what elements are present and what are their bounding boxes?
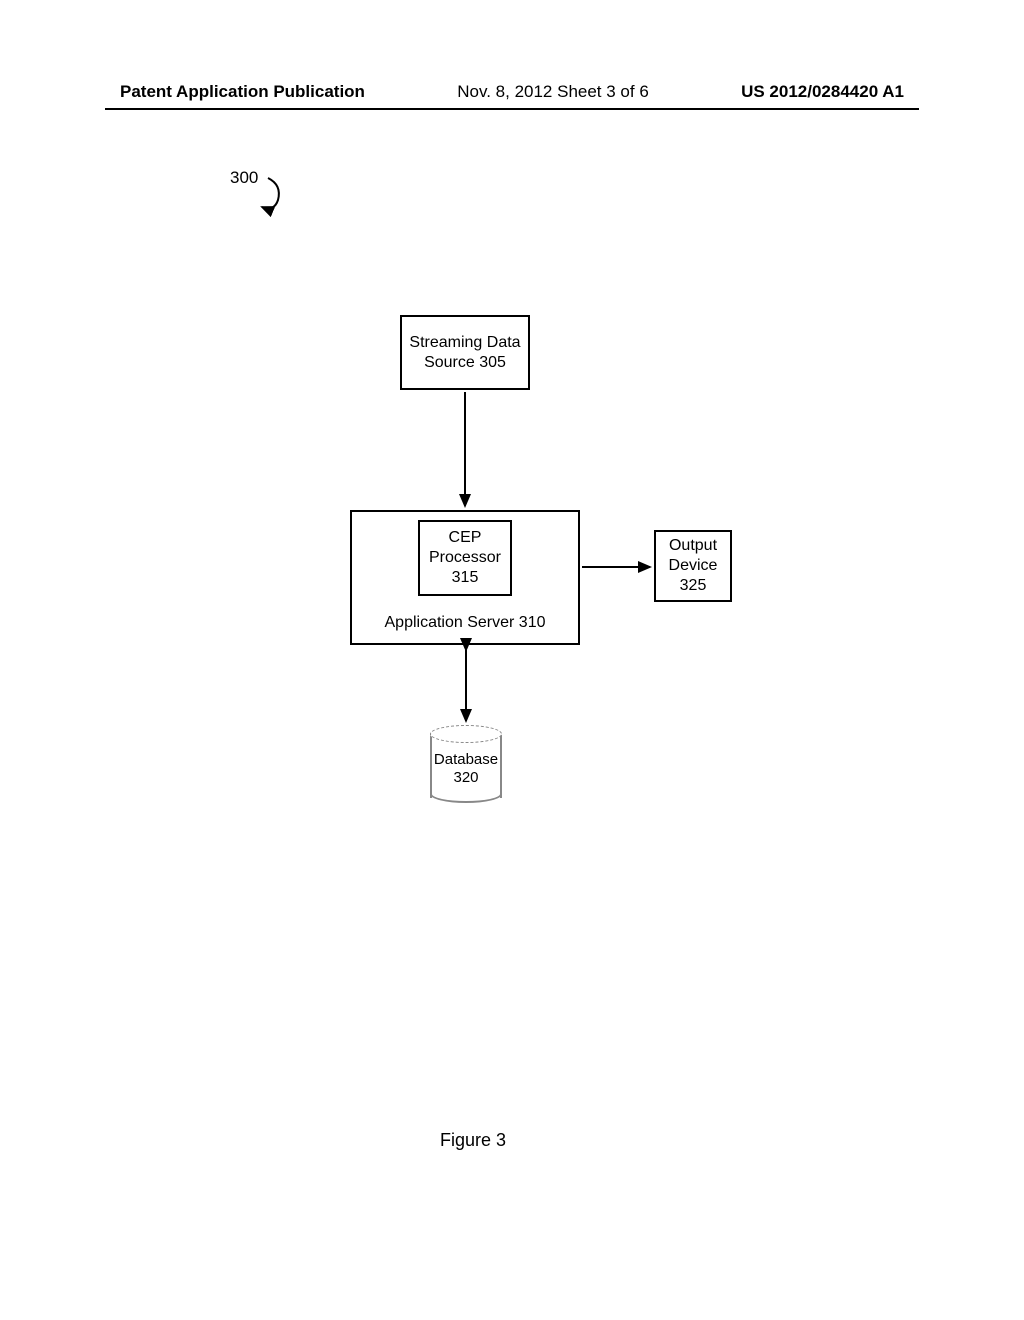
database-label-line2: 320 — [453, 769, 478, 786]
cep-label-line3: 315 — [452, 568, 479, 588]
figure-caption: Figure 3 — [440, 1130, 506, 1151]
diagram-container: 300 Streaming Data Source 305 Applicatio… — [0, 0, 1024, 1320]
appserver-label: Application Server 310 — [352, 613, 578, 633]
source-label-line2: Source 305 — [424, 353, 506, 373]
database-bottom — [430, 785, 502, 803]
ref-leader-arrow — [262, 178, 279, 208]
arrows-layer — [0, 0, 1024, 1320]
source-label-line1: Streaming Data — [409, 333, 520, 353]
cep-label-line2: Processor — [429, 548, 501, 568]
database-label-line1: Database — [434, 751, 498, 768]
database-top — [430, 725, 502, 743]
output-label-line3: 325 — [680, 576, 707, 596]
database-label: Database 320 — [430, 751, 502, 787]
output-label-line2: Device — [669, 556, 718, 576]
streaming-data-source-box: Streaming Data Source 305 — [400, 315, 530, 390]
cep-label-line1: CEP — [449, 528, 482, 548]
output-label-line1: Output — [669, 536, 717, 556]
cep-processor-box: CEP Processor 315 — [418, 520, 512, 596]
output-device-box: Output Device 325 — [654, 530, 732, 602]
database-cylinder: Database 320 — [430, 725, 502, 803]
diagram-ref-number: 300 — [230, 168, 258, 188]
